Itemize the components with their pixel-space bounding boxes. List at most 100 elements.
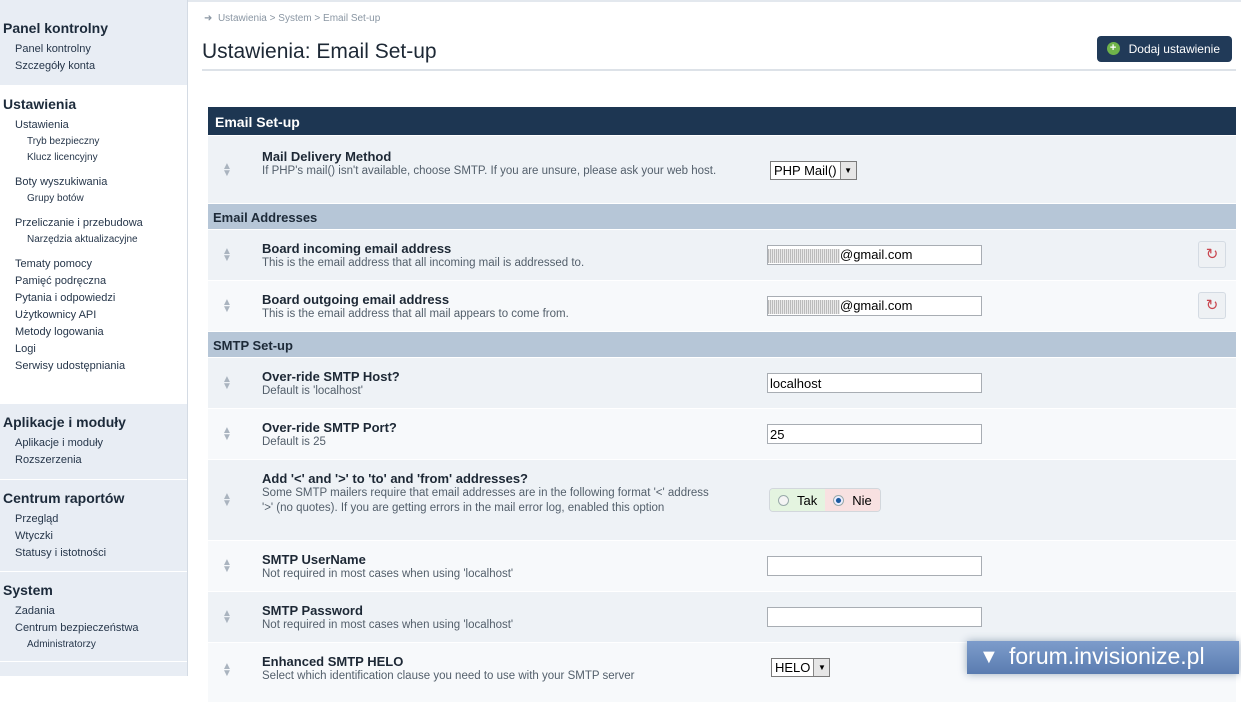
setting-description: Not required in most cases when using 'l…	[262, 567, 732, 582]
sidebar-heading: Centrum raportów	[0, 488, 187, 511]
sidebar-item[interactable]: Pytania i odpowiedzi	[0, 290, 187, 307]
mail-method-select[interactable]: PHP Mail()▼	[770, 161, 857, 180]
setting-description: Default is 25	[262, 435, 732, 450]
drag-handle-icon[interactable]: ▲▼	[222, 493, 232, 507]
sidebar-heading: Aplikacje i moduły	[0, 412, 187, 435]
sidebar-item[interactable]: Serwisy udostępniania	[0, 358, 187, 375]
setting-description: If PHP's mail() isn't available, choose …	[262, 164, 732, 179]
sidebar-section-apps: Aplikacje i moduły Aplikacje i moduły Ro…	[0, 404, 187, 480]
setting-row: ▲▼ Board incoming email addressThis is t…	[208, 229, 1236, 280]
sidebar-item[interactable]: Grupy botów	[0, 191, 187, 207]
drag-handle-icon[interactable]: ▲▼	[222, 559, 232, 573]
incoming-email-input[interactable]: @gmail.com	[767, 245, 982, 265]
divider	[202, 69, 1236, 71]
setting-row: ▲▼ Over-ride SMTP Host?Default is 'local…	[208, 357, 1236, 408]
setting-row: ▲▼ SMTP UserNameNot required in most cas…	[208, 540, 1236, 591]
setting-title: Board outgoing email address	[262, 292, 732, 307]
setting-title: SMTP UserName	[262, 552, 732, 567]
outgoing-email-input[interactable]: @gmail.com	[767, 296, 982, 316]
setting-row: ▲▼ Board outgoing email addressThis is t…	[208, 280, 1236, 331]
input-value: @gmail.com	[840, 298, 912, 313]
drag-handle-icon[interactable]: ▲▼	[222, 427, 232, 441]
sidebar-item[interactable]: Użytkownicy API	[0, 307, 187, 324]
settings-table: Email Set-up ▲▼ Mail Delivery MethodIf P…	[208, 107, 1236, 702]
sidebar-item[interactable]: Statusy i istotności	[0, 545, 187, 562]
setting-description: This is the email address that all mail …	[262, 307, 732, 322]
setting-row: ▲▼ SMTP PasswordNot required in most cas…	[208, 591, 1236, 642]
sidebar-section-system: System Zadania Centrum bezpieczeństwa Ad…	[0, 572, 187, 662]
setting-title: Mail Delivery Method	[262, 149, 732, 164]
input-value: @gmail.com	[840, 247, 912, 262]
setting-row: ▲▼ Over-ride SMTP Port?Default is 25	[208, 408, 1236, 459]
setting-title: Add '<' and '>' to 'to' and 'from' addre…	[262, 471, 712, 486]
smtp-port-input[interactable]	[767, 424, 982, 444]
sidebar-item[interactable]: Pamięć podręczna	[0, 273, 187, 290]
sidebar-item[interactable]: Centrum bezpieczeństwa	[0, 620, 187, 637]
sidebar-item[interactable]: Administratorzy	[0, 637, 187, 653]
sidebar-heading: Panel kontrolny	[0, 18, 187, 41]
sidebar-item[interactable]: Rozszerzenia	[0, 452, 187, 469]
setting-title: Board incoming email address	[262, 241, 732, 256]
radio-yes[interactable]	[778, 495, 789, 506]
logo-v-icon: ▼	[979, 646, 999, 669]
redacted	[768, 249, 840, 263]
sidebar-item[interactable]: Wtyczki	[0, 528, 187, 545]
drag-handle-icon[interactable]: ▲▼	[222, 163, 232, 177]
select-value: PHP Mail()	[771, 162, 840, 179]
drag-handle-icon[interactable]: ▲▼	[222, 663, 232, 677]
sidebar-item[interactable]: Ustawienia	[0, 117, 187, 134]
sidebar-item[interactable]: Tematy pomocy	[0, 256, 187, 273]
page-title: Ustawienia: Email Set-up	[202, 40, 437, 64]
watermark-text: forum.invisionize.pl	[1009, 643, 1205, 669]
sidebar: Panel kontrolny Panel kontrolny Szczegół…	[0, 0, 188, 676]
sidebar-item[interactable]: Tryb bezpieczny	[0, 134, 187, 150]
chevron-down-icon: ▼	[840, 162, 856, 179]
breadcrumb: ➜ Ustawienia > System > Email Set-up	[204, 13, 380, 24]
sidebar-item[interactable]: Narzędzia aktualizacyjne	[0, 232, 187, 248]
smtp-password-input[interactable]	[767, 607, 982, 627]
setting-title: Over-ride SMTP Port?	[262, 420, 732, 435]
sidebar-item[interactable]: Metody logowania	[0, 324, 187, 341]
no-label: Nie	[852, 493, 872, 508]
sidebar-item[interactable]: Przeliczanie i przebudowa	[0, 215, 187, 232]
yes-option[interactable]: Tak	[770, 489, 825, 511]
smtp-helo-select[interactable]: HELO▼	[771, 658, 830, 677]
group-header: SMTP Set-up	[208, 331, 1236, 357]
smtp-username-input[interactable]	[767, 556, 982, 576]
sidebar-item[interactable]: Aplikacje i moduły	[0, 435, 187, 452]
setting-row: ▲▼ Mail Delivery MethodIf PHP's mail() i…	[208, 135, 1236, 203]
drag-handle-icon[interactable]: ▲▼	[222, 299, 232, 313]
sidebar-section-settings: Ustawienia Ustawienia Tryb bezpieczny Kl…	[0, 86, 187, 404]
setting-description: Some SMTP mailers require that email add…	[262, 486, 712, 516]
revert-icon[interactable]: ↻	[1198, 241, 1226, 268]
breadcrumb-separator: >	[270, 13, 276, 24]
add-setting-button[interactable]: + Dodaj ustawienie	[1097, 36, 1232, 62]
drag-handle-icon[interactable]: ▲▼	[222, 376, 232, 390]
sidebar-item[interactable]: Logi	[0, 341, 187, 358]
smtp-host-input[interactable]	[767, 373, 982, 393]
sidebar-heading: Ustawienia	[0, 94, 187, 117]
drag-handle-icon[interactable]: ▲▼	[222, 248, 232, 262]
sidebar-item[interactable]: Przegląd	[0, 511, 187, 528]
radio-no[interactable]	[833, 495, 844, 506]
no-option[interactable]: Nie	[825, 489, 880, 511]
setting-description: Select which identification clause you n…	[262, 669, 732, 684]
revert-icon[interactable]: ↻	[1198, 292, 1226, 319]
breadcrumb-item[interactable]: Ustawienia	[218, 13, 267, 24]
chevron-down-icon: ▼	[813, 659, 829, 676]
sidebar-item[interactable]: Szczegóły konta	[0, 58, 187, 75]
drag-handle-icon[interactable]: ▲▼	[222, 610, 232, 624]
main-content: ➜ Ustawienia > System > Email Set-up Ust…	[188, 0, 1241, 676]
sidebar-item[interactable]: Zadania	[0, 603, 187, 620]
add-setting-label: Dodaj ustawienie	[1129, 42, 1220, 56]
breadcrumb-item[interactable]: System	[278, 13, 311, 24]
sidebar-item[interactable]: Boty wyszukiwania	[0, 174, 187, 191]
redacted	[768, 300, 840, 314]
setting-title: Enhanced SMTP HELO	[262, 654, 732, 669]
setting-title: Over-ride SMTP Host?	[262, 369, 732, 384]
setting-title: SMTP Password	[262, 603, 732, 618]
table-header: Email Set-up	[208, 107, 1236, 135]
group-header: Email Addresses	[208, 203, 1236, 229]
sidebar-item[interactable]: Panel kontrolny	[0, 41, 187, 58]
sidebar-item[interactable]: Klucz licencyjny	[0, 150, 187, 166]
